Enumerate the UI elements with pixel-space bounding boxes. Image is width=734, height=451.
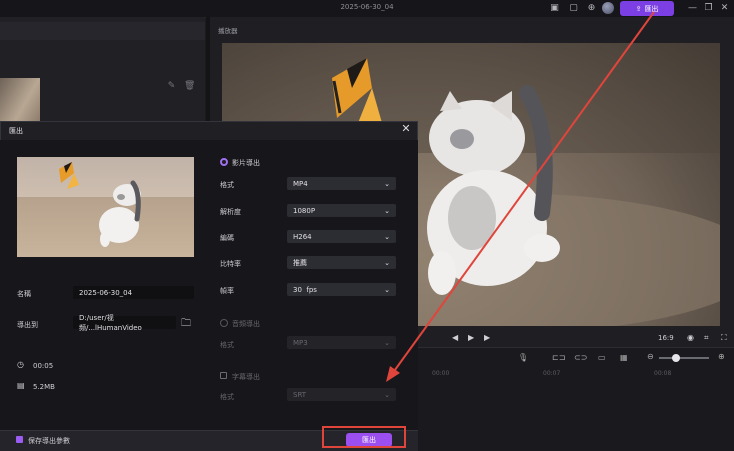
annotation-arrow [386,11,655,382]
